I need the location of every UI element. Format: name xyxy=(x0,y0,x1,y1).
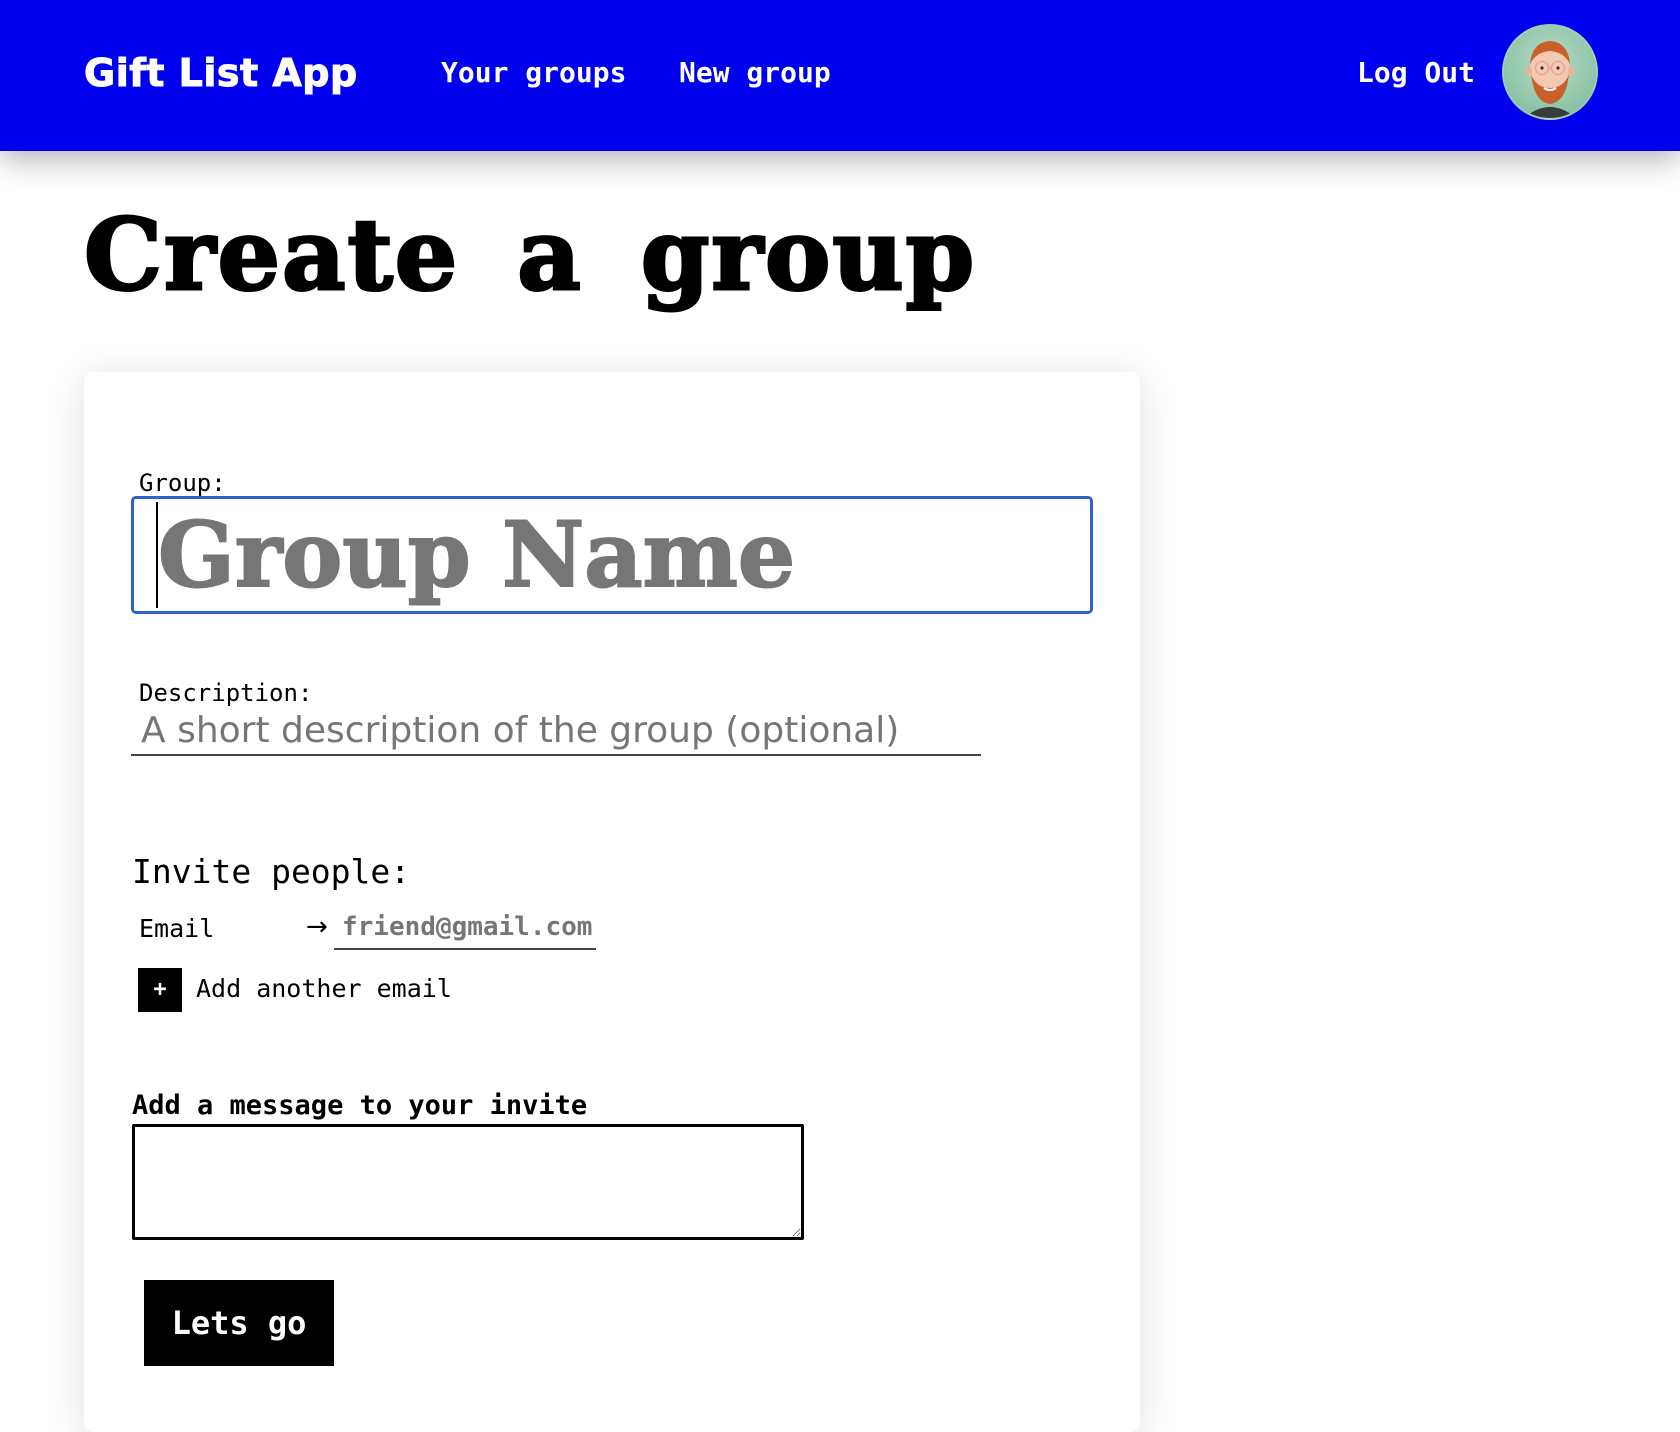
brand-logo-link[interactable]: Gift List App xyxy=(84,47,358,99)
user-avatar[interactable] xyxy=(1502,24,1598,120)
description-input[interactable] xyxy=(131,706,981,756)
add-email-button[interactable]: + xyxy=(138,968,182,1012)
invite-email-input[interactable] xyxy=(334,906,596,950)
invite-message-label: Add a message to your invite xyxy=(132,1090,588,1121)
top-navbar: Gift List App Your groups New group Log … xyxy=(0,0,1680,151)
logout-link[interactable]: Log Out xyxy=(1357,53,1475,93)
submit-button[interactable]: Lets go xyxy=(144,1280,334,1366)
email-label: Email xyxy=(139,914,215,943)
group-name-label: Group: xyxy=(139,469,226,497)
plus-icon: + xyxy=(153,977,167,1002)
add-another-email-label[interactable]: Add another email xyxy=(196,972,452,1006)
invite-people-heading: Invite people: xyxy=(132,852,411,891)
right-arrow-icon: → xyxy=(306,912,328,942)
nav-new-group-link[interactable]: New group xyxy=(679,53,831,93)
text-caret xyxy=(156,502,158,608)
group-name-input[interactable] xyxy=(131,496,1093,614)
invite-message-textarea[interactable] xyxy=(132,1124,804,1240)
page-title: Create a group xyxy=(82,197,977,315)
create-group-form-card: Group: Description: Invite people: Email… xyxy=(84,372,1140,1432)
description-label: Description: xyxy=(139,679,313,707)
avatar-illustration-icon xyxy=(1524,41,1576,118)
nav-your-groups-link[interactable]: Your groups xyxy=(441,53,626,93)
